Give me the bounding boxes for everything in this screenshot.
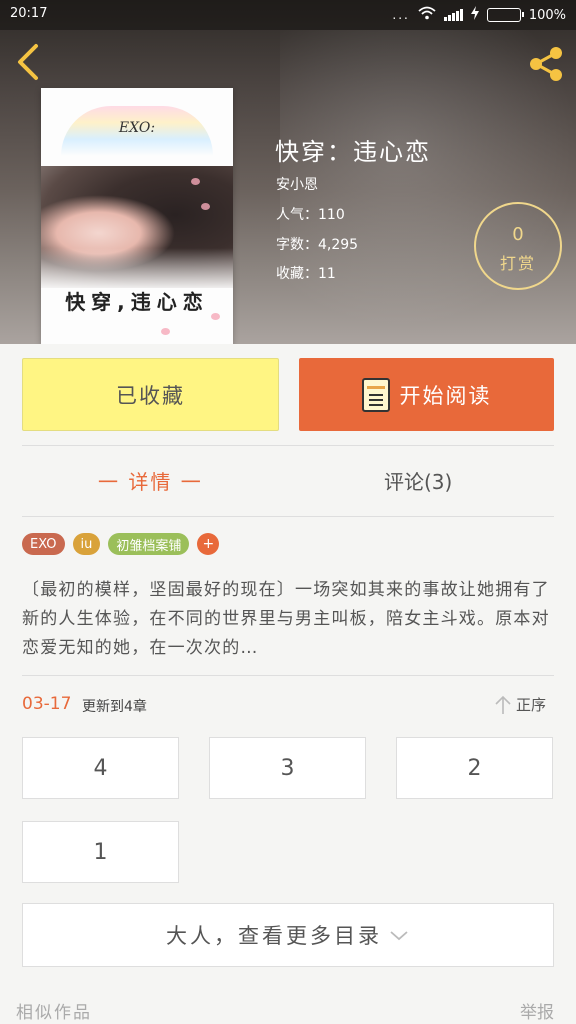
more-contents-label: 大人，查看更多目录 (166, 924, 382, 948)
book-header: 20:17 ... 100% EXO: 快穿,违心恋 快穿：违心恋 安小恩 人气… (0, 0, 576, 344)
cover-petal (161, 328, 170, 335)
signal-icon (443, 9, 463, 21)
start-reading-button[interactable]: 开始阅读 (299, 358, 554, 431)
tab-comments[interactable]: 评论(3) (384, 466, 452, 495)
sort-order-button[interactable]: 正序 (494, 694, 546, 715)
chapter-button[interactable]: 1 (22, 821, 179, 883)
cover-petal (211, 313, 220, 320)
chapter-button[interactable]: 4 (22, 737, 179, 799)
book-author[interactable]: 安小恩 (276, 174, 318, 194)
status-time: 20:17 (10, 6, 48, 21)
divider (22, 445, 554, 446)
book-icon (361, 377, 390, 412)
cover-title: 快穿,违心恋 (65, 290, 209, 314)
notification-dots-icon: ... (392, 8, 410, 22)
tag-iu[interactable]: iu (72, 533, 101, 555)
status-icons: ... 100% (392, 6, 566, 24)
tip-label: 打赏 (499, 254, 536, 273)
book-summary[interactable]: 〔最初的模样，坚固最好的现在〕一场突如其来的事故让她拥有了新的人生体验，在不同的… (22, 576, 554, 664)
divider (22, 516, 554, 517)
battery-icon (486, 8, 524, 22)
similar-works-heading: 相似作品 (16, 1003, 92, 1023)
charging-icon (470, 6, 479, 24)
book-word-count: 字数：4,295 (276, 237, 359, 253)
arrow-up-icon (495, 695, 511, 714)
book-favorites: 收藏：11 (276, 266, 336, 282)
report-link[interactable]: 举报 (520, 998, 554, 1023)
collected-button[interactable]: 已收藏 (22, 358, 279, 431)
battery-percent: 100% (528, 7, 566, 23)
wifi-icon (418, 6, 436, 24)
collected-label: 已收藏 (116, 383, 185, 408)
more-contents-button[interactable]: 大人，查看更多目录 (22, 903, 554, 967)
chevron-down-icon (390, 931, 408, 941)
share-icon (530, 47, 562, 81)
chapter-button[interactable]: 2 (396, 737, 553, 799)
cover-petal (201, 203, 210, 210)
divider (22, 675, 554, 676)
tag-archive[interactable]: 初雏档案铺 (108, 533, 190, 555)
update-date: 03-17 (22, 694, 72, 714)
cover-brand: EXO: (118, 120, 156, 136)
add-tag-button[interactable]: + (197, 533, 220, 555)
tab-details[interactable]: 一 详情 一 (98, 466, 203, 495)
sort-order-label: 正序 (516, 696, 547, 714)
book-title: 快穿：违心恋 (275, 138, 431, 166)
tag-list: EXO iu 初雏档案铺 + (22, 533, 220, 555)
cover-petal (191, 178, 200, 185)
tip-count: 0 (512, 224, 524, 245)
tag-exo[interactable]: EXO (22, 533, 65, 555)
book-popularity: 人气：110 (276, 207, 345, 223)
status-bar: 20:17 ... 100% (0, 0, 576, 30)
tip-button[interactable]: 0 打赏 (474, 202, 562, 290)
back-button[interactable] (12, 42, 44, 82)
update-text: 更新到4章 (82, 699, 147, 715)
chevron-left-icon (18, 44, 38, 80)
share-button[interactable] (526, 44, 566, 84)
cover-photo (41, 166, 233, 288)
chapter-button[interactable]: 3 (209, 737, 366, 799)
start-reading-label: 开始阅读 (399, 383, 492, 408)
book-cover[interactable]: EXO: 快穿,违心恋 (41, 88, 233, 344)
